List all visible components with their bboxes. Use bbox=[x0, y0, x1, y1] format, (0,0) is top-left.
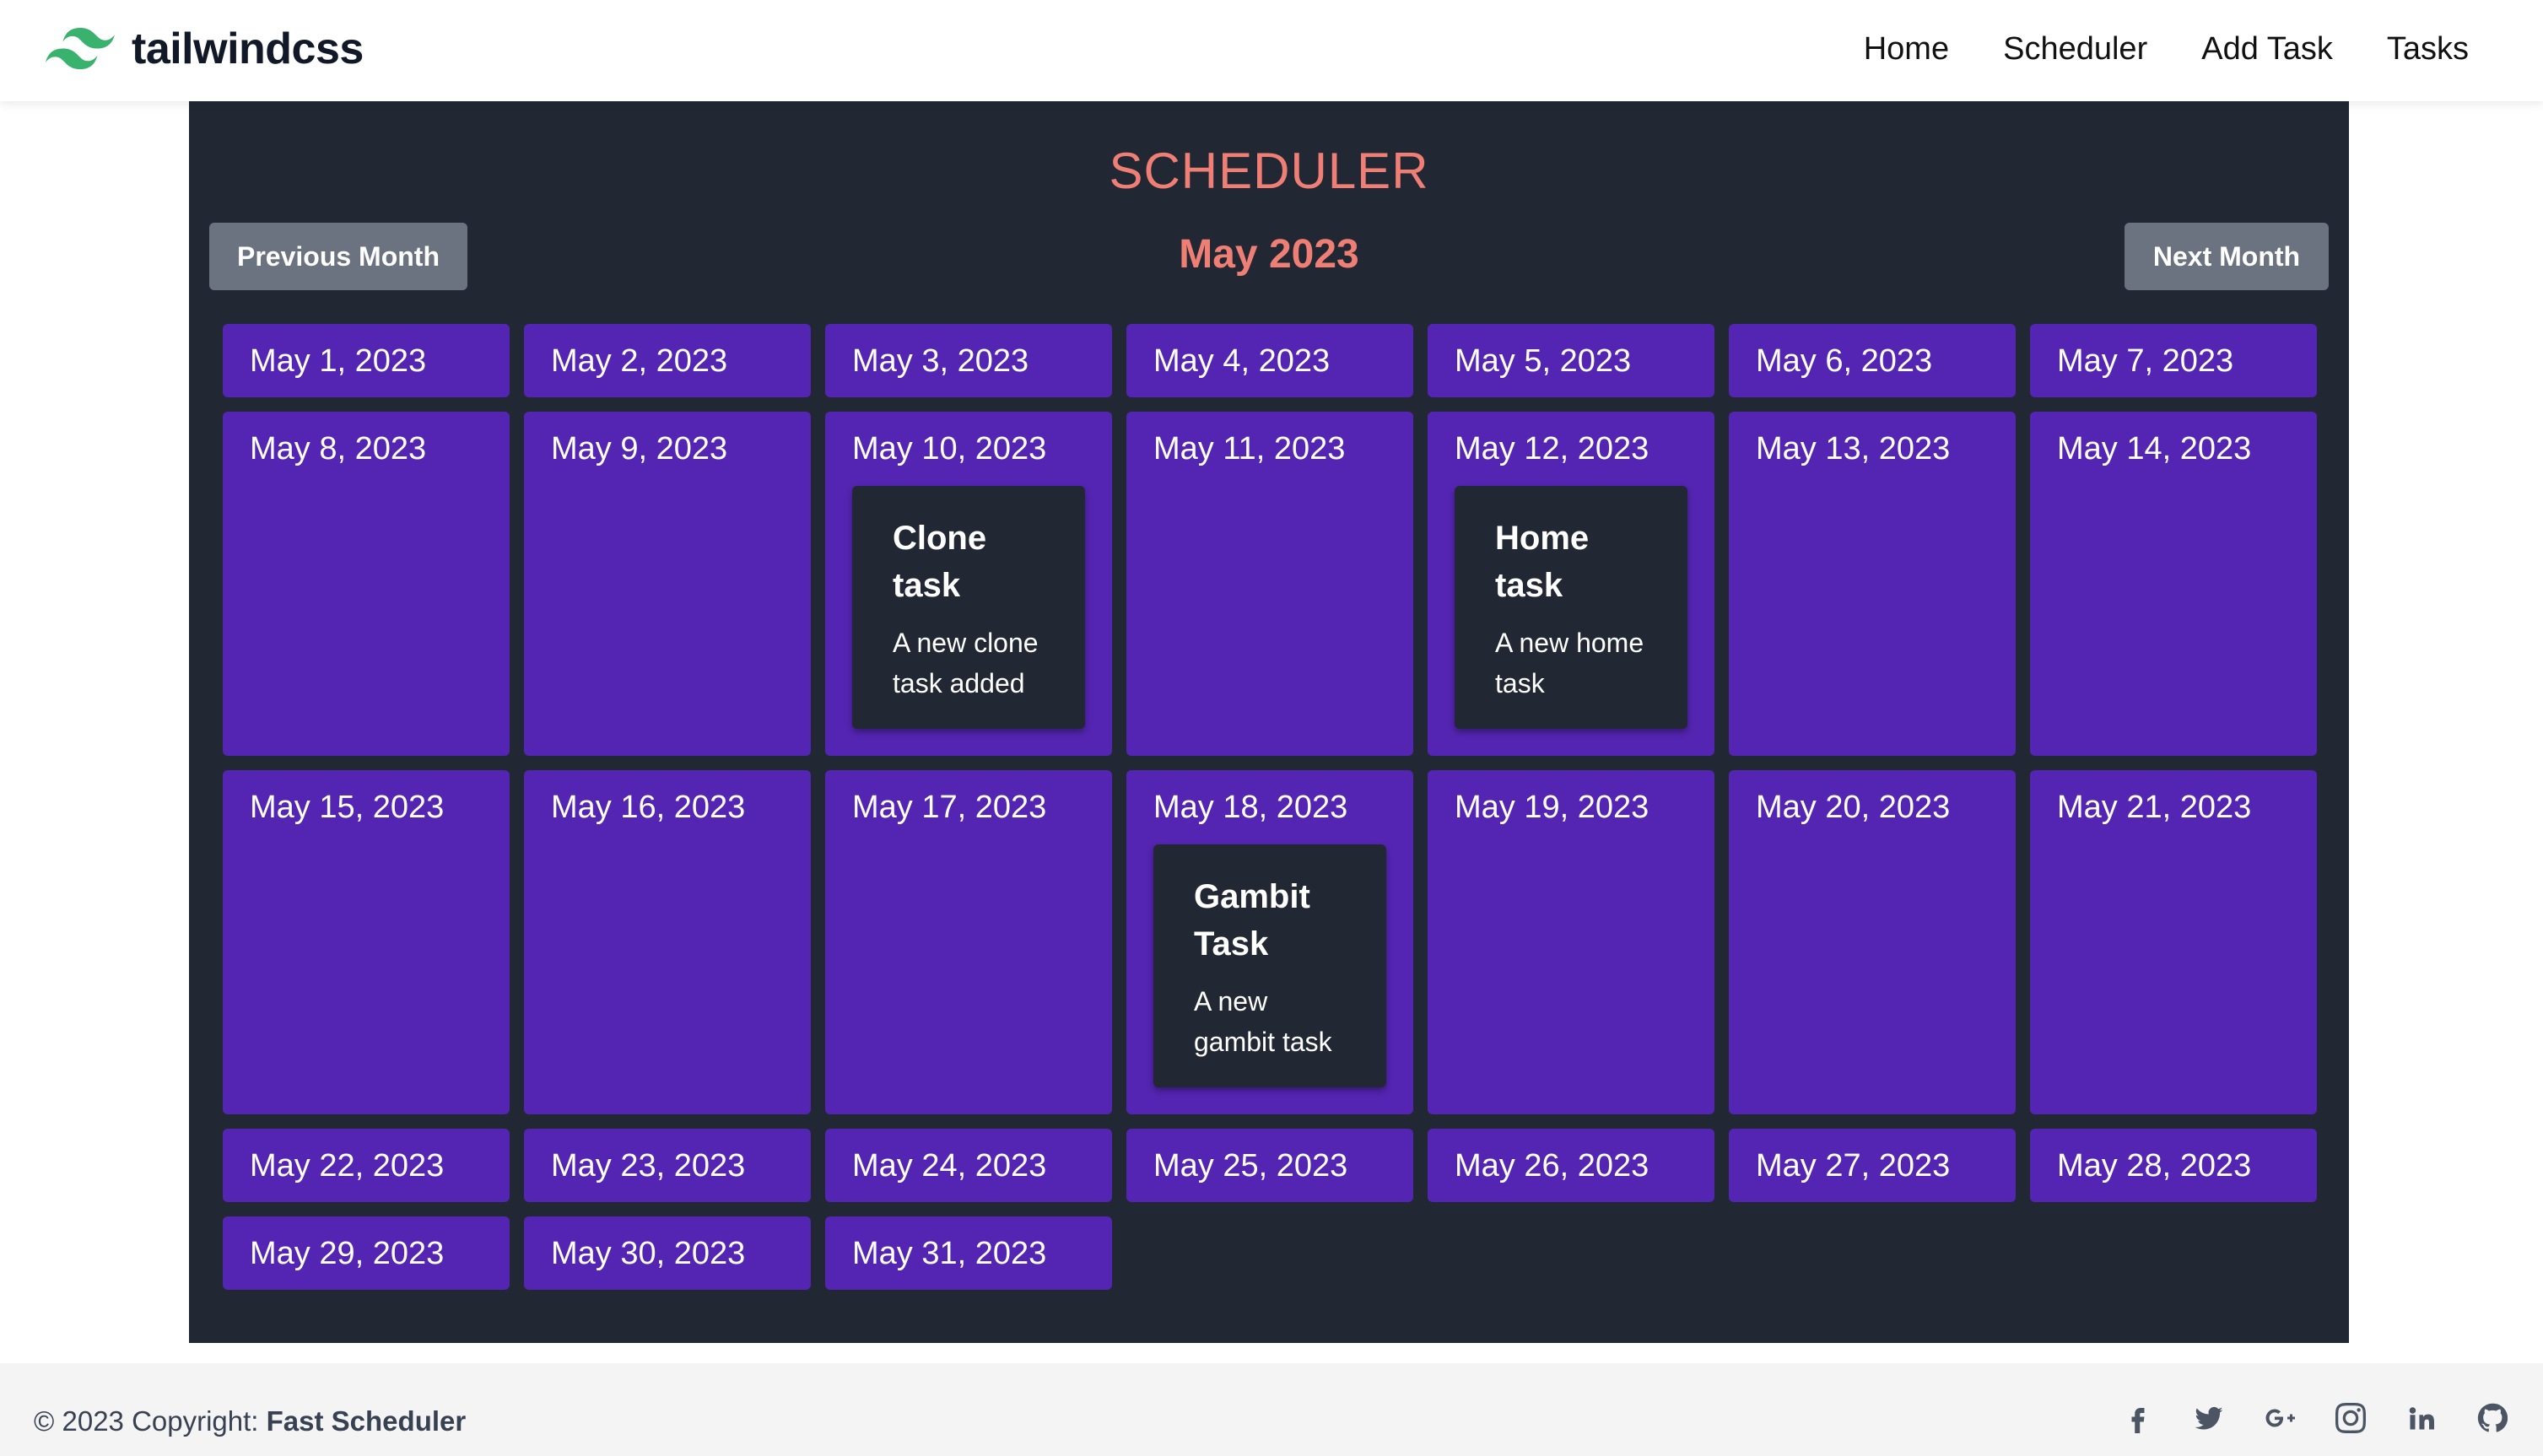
day-date-label: May 24, 2023 bbox=[852, 1148, 1047, 1184]
copyright-text: © 2023 Copyright: Fast Scheduler bbox=[34, 1405, 466, 1437]
task-title: Gambit Task bbox=[1194, 878, 1310, 963]
calendar-day-cell[interactable]: May 9, 2023 bbox=[524, 412, 811, 756]
day-date-label: May 20, 2023 bbox=[1756, 790, 1951, 825]
brand-name: tailwindcss bbox=[132, 24, 364, 73]
nav-link-home[interactable]: Home bbox=[1864, 31, 1949, 67]
calendar-day-cell[interactable]: May 6, 2023 bbox=[1729, 324, 2016, 397]
task-description: A new home task bbox=[1495, 628, 1644, 698]
day-date-label: May 9, 2023 bbox=[551, 431, 728, 466]
linkedin-icon[interactable] bbox=[2405, 1401, 2438, 1435]
day-date-label: May 28, 2023 bbox=[2057, 1148, 2252, 1184]
calendar-day-cell[interactable]: May 28, 2023 bbox=[2030, 1129, 2317, 1202]
tailwind-logo-icon bbox=[46, 28, 115, 70]
calendar-day-cell[interactable]: May 17, 2023 bbox=[825, 770, 1112, 1114]
day-date-label: May 26, 2023 bbox=[1455, 1148, 1649, 1184]
day-date-label: May 18, 2023 bbox=[1153, 790, 1348, 825]
day-date-label: May 23, 2023 bbox=[551, 1148, 746, 1184]
day-date-label: May 27, 2023 bbox=[1756, 1148, 1951, 1184]
calendar-day-cell[interactable]: May 3, 2023 bbox=[825, 324, 1112, 397]
calendar-day-cell[interactable]: May 29, 2023 bbox=[223, 1216, 510, 1290]
day-date-label: May 4, 2023 bbox=[1153, 343, 1331, 379]
day-date-label: May 5, 2023 bbox=[1455, 343, 1632, 379]
calendar-day-cell[interactable]: May 23, 2023 bbox=[524, 1129, 811, 1202]
calendar-day-cell[interactable]: May 8, 2023 bbox=[223, 412, 510, 756]
task-card[interactable]: Gambit Task A new gambit task bbox=[1153, 844, 1386, 1087]
calendar-day-cell[interactable]: May 20, 2023 bbox=[1729, 770, 2016, 1114]
calendar-day-cell[interactable]: May 4, 2023 bbox=[1126, 324, 1413, 397]
copyright-brand-link[interactable]: Fast Scheduler bbox=[267, 1405, 467, 1437]
calendar-day-cell[interactable]: May 18, 2023 Gambit Task A new gambit task bbox=[1126, 770, 1413, 1114]
day-date-label: May 19, 2023 bbox=[1455, 790, 1649, 825]
calendar-day-cell[interactable]: May 21, 2023 bbox=[2030, 770, 2317, 1114]
nav-link-add-task[interactable]: Add Task bbox=[2201, 31, 2333, 67]
calendar-day-cell[interactable]: May 15, 2023 bbox=[223, 770, 510, 1114]
day-date-label: May 13, 2023 bbox=[1756, 431, 1951, 466]
twitter-icon[interactable] bbox=[2192, 1401, 2226, 1435]
calendar-day-cell[interactable]: May 14, 2023 bbox=[2030, 412, 2317, 756]
calendar-day-cell[interactable]: May 19, 2023 bbox=[1428, 770, 1714, 1114]
day-date-label: May 1, 2023 bbox=[250, 343, 427, 379]
calendar-day-cell[interactable]: May 22, 2023 bbox=[223, 1129, 510, 1202]
task-card[interactable]: Clone task A new clone task added bbox=[852, 486, 1085, 729]
day-date-label: May 25, 2023 bbox=[1153, 1148, 1348, 1184]
github-icon[interactable] bbox=[2476, 1401, 2509, 1435]
calendar-day-cell[interactable]: May 12, 2023 Home task A new home task bbox=[1428, 412, 1714, 756]
day-date-label: May 2, 2023 bbox=[551, 343, 728, 379]
task-title: Home task bbox=[1495, 520, 1590, 604]
day-date-label: May 17, 2023 bbox=[852, 790, 1047, 825]
nav-link-scheduler[interactable]: Scheduler bbox=[2003, 31, 2147, 67]
day-date-label: May 3, 2023 bbox=[852, 343, 1029, 379]
task-title: Clone task bbox=[893, 520, 987, 604]
brand-logo-link[interactable]: tailwindcss bbox=[46, 22, 364, 76]
google-plus-icon[interactable] bbox=[2263, 1401, 2297, 1435]
social-links bbox=[2084, 1397, 2509, 1439]
day-date-label: May 6, 2023 bbox=[1756, 343, 1933, 379]
day-date-label: May 8, 2023 bbox=[250, 431, 427, 466]
day-date-label: May 31, 2023 bbox=[852, 1236, 1047, 1271]
day-date-label: May 7, 2023 bbox=[2057, 343, 2234, 379]
calendar-day-cell[interactable]: May 5, 2023 bbox=[1428, 324, 1714, 397]
calendar-day-cell[interactable]: May 27, 2023 bbox=[1729, 1129, 2016, 1202]
nav-link-tasks[interactable]: Tasks bbox=[2387, 31, 2469, 67]
facebook-icon[interactable] bbox=[2121, 1401, 2155, 1435]
calendar-day-cell[interactable]: May 26, 2023 bbox=[1428, 1129, 1714, 1202]
day-date-label: May 12, 2023 bbox=[1455, 431, 1649, 466]
calendar-day-cell[interactable]: May 24, 2023 bbox=[825, 1129, 1112, 1202]
day-date-label: May 11, 2023 bbox=[1153, 431, 1346, 466]
current-month-label: May 2023 bbox=[1179, 232, 1359, 277]
calendar-day-cell[interactable]: May 25, 2023 bbox=[1126, 1129, 1413, 1202]
day-date-label: May 14, 2023 bbox=[2057, 431, 2252, 466]
calendar-day-cell[interactable]: May 13, 2023 bbox=[1729, 412, 2016, 756]
calendar-day-cell[interactable]: May 7, 2023 bbox=[2030, 324, 2317, 397]
instagram-icon[interactable] bbox=[2334, 1401, 2368, 1435]
day-date-label: May 16, 2023 bbox=[551, 790, 746, 825]
task-description: A new gambit task bbox=[1194, 986, 1332, 1057]
calendar-day-cell[interactable]: May 31, 2023 bbox=[825, 1216, 1112, 1290]
footer: © 2023 Copyright: Fast Scheduler bbox=[0, 1363, 2543, 1456]
calendar-day-cell[interactable]: May 10, 2023 Clone task A new clone task a… bbox=[825, 412, 1112, 756]
calendar-grid: May 1, 2023 May 2, 2023 May 3, 2023 May 4, … bbox=[223, 324, 2317, 1290]
top-navbar: tailwindcss Home Scheduler Add Task Task… bbox=[0, 0, 2543, 101]
calendar-day-cell[interactable]: May 30, 2023 bbox=[524, 1216, 811, 1290]
nav-links: Home Scheduler Add Task Tasks bbox=[1810, 22, 2469, 76]
calendar-day-cell[interactable]: May 1, 2023 bbox=[223, 324, 510, 397]
day-date-label: May 15, 2023 bbox=[250, 790, 445, 825]
page-title: SCHEDULER bbox=[1109, 143, 1429, 199]
copyright-prefix: © 2023 Copyright: bbox=[34, 1405, 267, 1437]
next-month-button[interactable]: Next Month bbox=[2125, 223, 2329, 290]
scheduler-panel: SCHEDULER Previous Month May 2023 Next M… bbox=[189, 101, 2349, 1343]
day-date-label: May 10, 2023 bbox=[852, 431, 1047, 466]
task-card[interactable]: Home task A new home task bbox=[1455, 486, 1687, 729]
task-description: A new clone task added bbox=[893, 628, 1039, 698]
day-date-label: May 22, 2023 bbox=[250, 1148, 445, 1184]
day-date-label: May 21, 2023 bbox=[2057, 790, 2252, 825]
day-date-label: May 29, 2023 bbox=[250, 1236, 445, 1271]
calendar-day-cell[interactable]: May 11, 2023 bbox=[1126, 412, 1413, 756]
calendar-day-cell[interactable]: May 16, 2023 bbox=[524, 770, 811, 1114]
calendar-day-cell[interactable]: May 2, 2023 bbox=[524, 324, 811, 397]
day-date-label: May 30, 2023 bbox=[551, 1236, 746, 1271]
